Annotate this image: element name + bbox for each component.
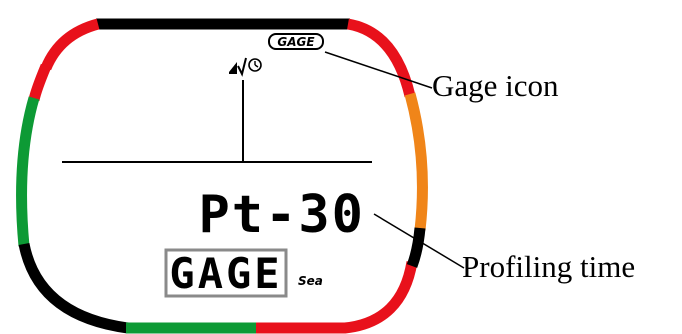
main-readout: Pt-30 <box>198 185 365 245</box>
mode-indicator: GAGE <box>164 248 288 298</box>
dive-computer-diagram: GAGE Pt-30 GAGE Sea Gage icon Profiling … <box>16 18 635 334</box>
callout-gage-icon: Gage icon <box>432 68 559 103</box>
mode-label: GAGE <box>169 249 282 298</box>
callout-profiling-time: Profiling time <box>462 249 635 284</box>
water-type-label: Sea <box>298 274 323 288</box>
gage-badge: GAGE <box>268 33 324 50</box>
gage-badge-text: GAGE <box>277 35 315 49</box>
